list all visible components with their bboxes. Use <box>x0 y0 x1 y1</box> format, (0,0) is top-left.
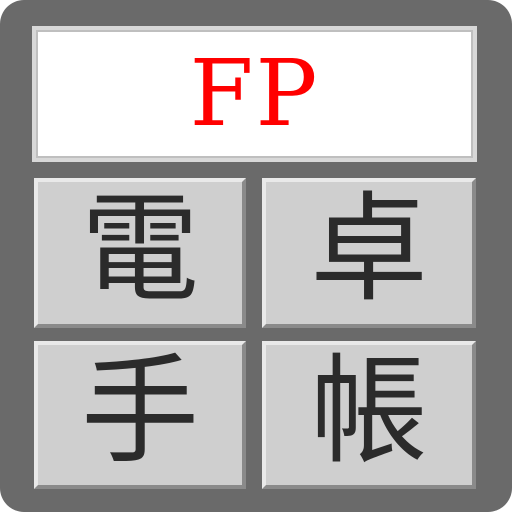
app-icon-frame[interactable]: FP 電 卓 手 帳 <box>0 0 512 512</box>
key-te: 手 <box>34 341 246 489</box>
key-label: 卓 <box>309 180 428 318</box>
key-label: 手 <box>80 342 199 480</box>
display-title: FP <box>189 40 320 147</box>
key-chou: 帳 <box>262 341 476 489</box>
key-label: 電 <box>80 180 199 318</box>
key-label: 帳 <box>309 342 428 480</box>
calculator-display: FP <box>32 26 477 162</box>
key-den: 電 <box>34 178 246 328</box>
key-taku: 卓 <box>262 178 476 328</box>
